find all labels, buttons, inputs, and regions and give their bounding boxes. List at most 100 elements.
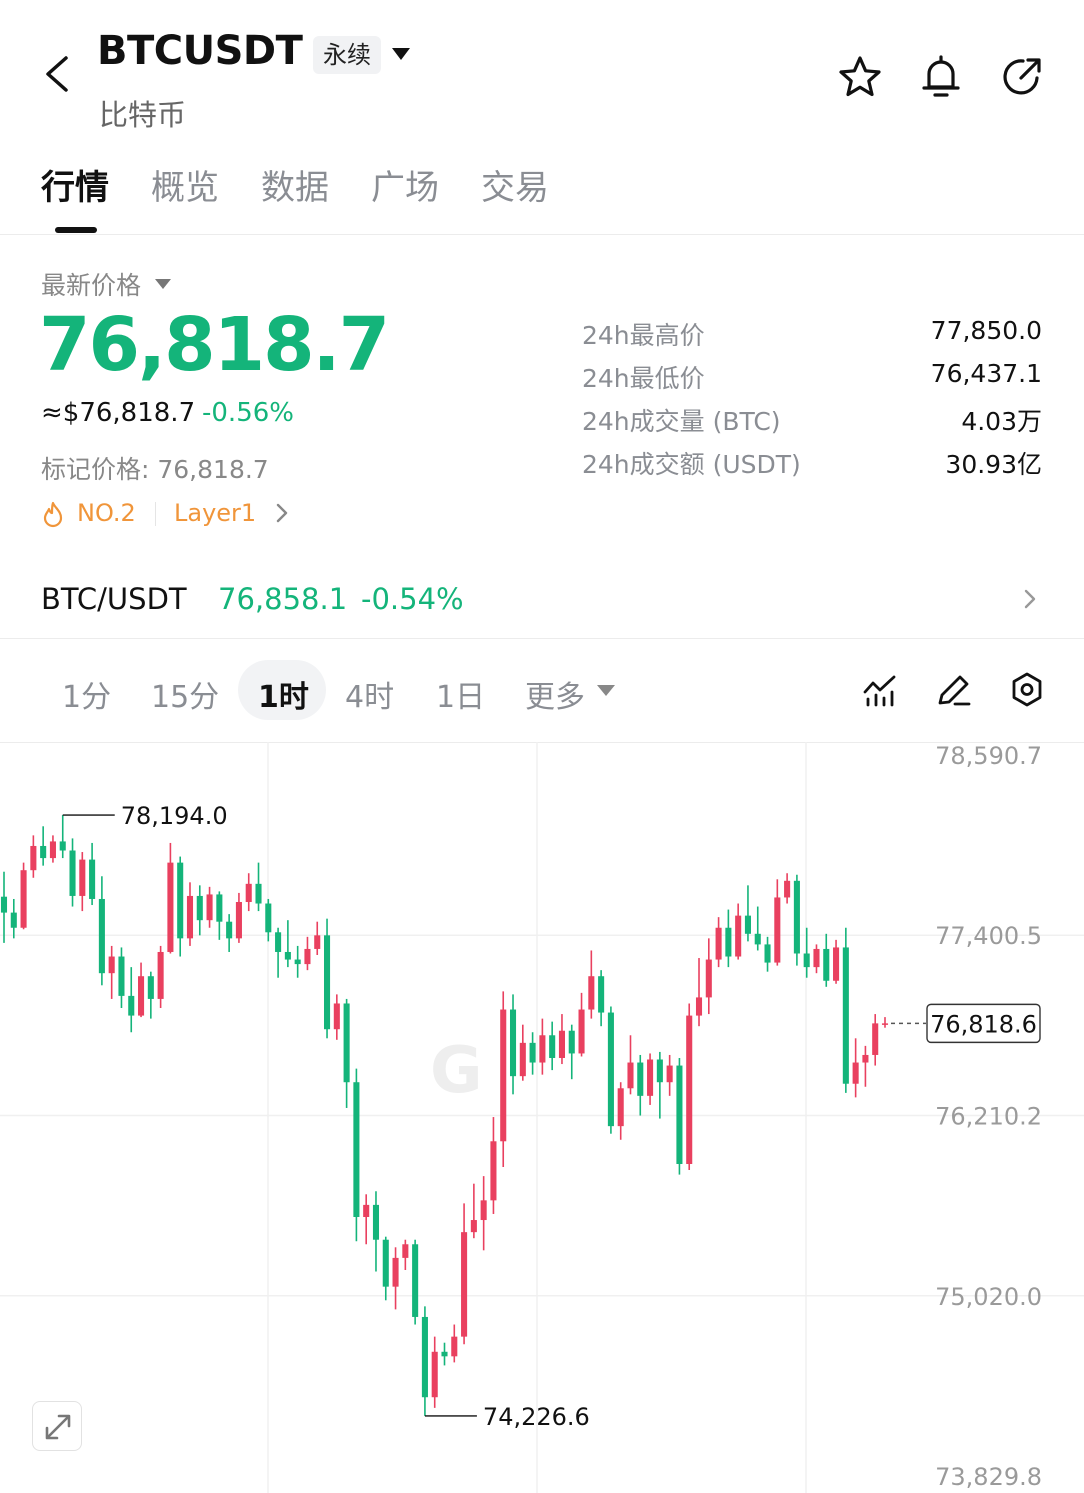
interval-4h[interactable]: 4时 [345, 672, 394, 716]
tab-market[interactable]: 行情 [41, 160, 109, 209]
stat-value-turnover: 30.93亿 [945, 450, 1042, 479]
rank-tag[interactable]: NO.2 [77, 499, 136, 527]
candle-body [637, 1062, 644, 1096]
candle-body [0, 896, 8, 913]
candle-body [294, 959, 301, 965]
candle-body [431, 1351, 438, 1398]
low-price-label: 74,226.6 [483, 1403, 590, 1431]
candle-body [441, 1351, 448, 1357]
candle-body [40, 845, 47, 859]
candle-body [578, 1009, 585, 1054]
tab-square[interactable]: 广场 [371, 160, 439, 209]
mark-price: 标记价格: 76,818.7 [41, 455, 269, 484]
sector-tag[interactable]: Layer1 [174, 499, 256, 527]
candle-body [813, 948, 820, 968]
candle-body [647, 1059, 654, 1096]
stat-label-turnover: 24h成交额 (USDT) [582, 450, 801, 479]
candle-body [255, 883, 262, 904]
candle-body [98, 898, 105, 974]
candle-body [774, 897, 781, 963]
candle-body [676, 1065, 683, 1164]
candle-body [803, 953, 810, 968]
candle-body [412, 1244, 419, 1317]
pair-divider [0, 638, 1084, 639]
tab-overview[interactable]: 概览 [151, 160, 219, 209]
spot-pair-name[interactable]: BTC/USDT [41, 582, 187, 616]
candle-body [539, 1035, 546, 1063]
candle-body [314, 935, 321, 949]
tab-data[interactable]: 数据 [261, 160, 329, 209]
draw-pen-icon[interactable] [933, 668, 973, 712]
candle-body [656, 1059, 663, 1083]
star-icon[interactable] [837, 54, 883, 100]
price-type-caret-icon[interactable] [155, 279, 171, 289]
candle-body [588, 976, 595, 1010]
interval-1m[interactable]: 1分 [62, 672, 111, 716]
fullscreen-button[interactable] [32, 1401, 82, 1451]
candle-body [128, 995, 135, 1016]
y-axis-tick-label: 73,829.8 [935, 1463, 1042, 1491]
candle-body [206, 894, 213, 921]
y-axis-tick-label: 76,210.2 [935, 1103, 1042, 1131]
y-axis-tick-label: 75,020.0 [935, 1283, 1042, 1311]
price-change-pct: -0.56% [202, 398, 294, 428]
candle-body [519, 1042, 526, 1077]
candle-body [852, 1062, 859, 1084]
share-icon[interactable] [999, 54, 1045, 100]
usd-price: ≈$76,818.7 [41, 398, 196, 428]
candle-body [735, 915, 742, 957]
chevron-right-icon[interactable] [1018, 584, 1042, 614]
candle-body [725, 927, 732, 957]
candle-body [59, 841, 66, 851]
settings-icon[interactable] [1007, 668, 1047, 712]
stat-value-low: 76,437.1 [930, 359, 1042, 388]
chevron-right-icon[interactable] [271, 500, 293, 526]
stat-label-high: 24h最高价 [582, 321, 705, 350]
candle-body [167, 862, 174, 952]
spot-pair-price: 76,858.1 [218, 582, 348, 616]
indicator-icon[interactable] [860, 668, 900, 712]
tab-indicator [55, 227, 97, 233]
candle-body [108, 956, 115, 974]
candle-body [549, 1035, 556, 1058]
candle-body [705, 959, 712, 998]
interval-1h[interactable]: 1时 [258, 672, 309, 716]
candle-body [558, 1030, 566, 1058]
candle-body [343, 1003, 350, 1083]
chevron-down-icon[interactable] [597, 685, 615, 696]
candle-body [10, 912, 17, 928]
candle-body [353, 1082, 360, 1218]
candle-body [20, 870, 27, 928]
candle-body [372, 1204, 380, 1240]
candle-body [402, 1244, 409, 1258]
candle-body [744, 915, 751, 934]
candle-body [363, 1204, 370, 1218]
contract-type-badge[interactable]: 永续 [313, 36, 381, 74]
candle-body [784, 880, 791, 898]
tab-trade[interactable]: 交易 [481, 160, 549, 209]
interval-15m[interactable]: 15分 [151, 672, 219, 716]
price-type-label[interactable]: 最新价格 [41, 266, 141, 302]
candle-body [186, 895, 194, 939]
candle-body [392, 1257, 399, 1287]
candle-body [138, 976, 145, 1016]
back-icon[interactable] [36, 52, 80, 96]
candle-body [568, 1030, 575, 1054]
y-axis-tick-label: 78,590.7 [935, 742, 1042, 770]
candle-body [872, 1023, 879, 1055]
candle-body [490, 1141, 497, 1201]
symbol-subtitle: 比特币 [99, 98, 187, 132]
bell-icon[interactable] [918, 54, 964, 100]
interval-more[interactable]: 更多 [525, 672, 585, 716]
candle-body [226, 921, 233, 939]
candle-body [49, 841, 56, 859]
chevron-down-icon[interactable] [392, 48, 410, 60]
candle-body [627, 1062, 634, 1089]
candlestick-chart[interactable]: G 78,590.7 77,400.5 76,210.2 75,020.0 73,829… [0, 742, 1084, 1493]
interval-1d[interactable]: 1日 [436, 672, 485, 716]
candle-body [793, 880, 800, 954]
candle-body [862, 1054, 869, 1063]
candle-body [470, 1220, 477, 1233]
candle-body [617, 1088, 624, 1127]
candle-body [715, 927, 722, 960]
